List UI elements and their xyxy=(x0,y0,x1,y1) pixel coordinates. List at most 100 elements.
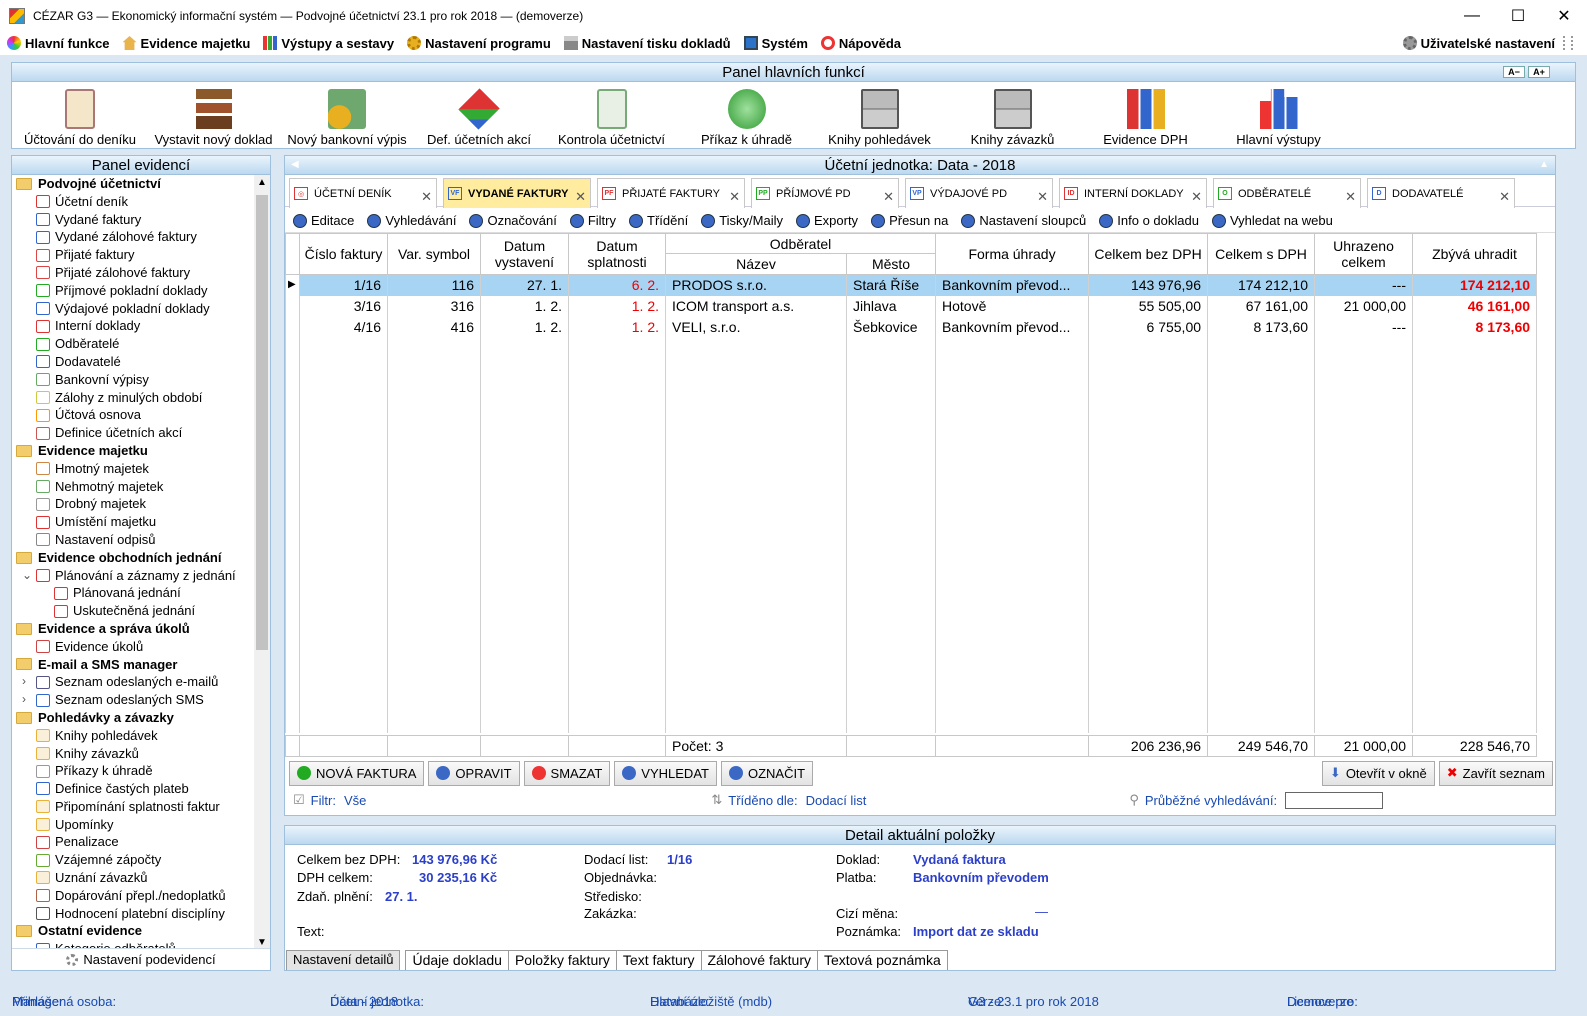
tree-group[interactable]: Evidence majetku xyxy=(12,442,255,460)
close-tab-icon[interactable]: ✕ xyxy=(421,189,432,205)
tab-5[interactable]: ID INTERNÍ DOKLADY ✕ xyxy=(1059,178,1207,208)
tree-item[interactable]: Účetní deník xyxy=(12,193,255,211)
tree-item[interactable]: Upomínky xyxy=(12,816,255,834)
tree-item[interactable]: Připomínání splatnosti faktur xyxy=(12,798,255,816)
tree-group[interactable]: Ostatní evidence xyxy=(12,922,255,940)
tree-item[interactable]: Uznání závazků xyxy=(12,869,255,887)
search-input[interactable] xyxy=(1285,791,1384,809)
tree-scrollbar[interactable]: ▲ ▼ xyxy=(254,175,270,950)
detail-tab-udaje-dokladu[interactable]: Údaje dokladu xyxy=(405,950,509,970)
toolbar-item-2[interactable]: Označování xyxy=(469,213,557,228)
close-tab-icon[interactable]: ✕ xyxy=(575,189,586,205)
menu-napoveda[interactable]: Nápověda xyxy=(820,36,901,51)
menu-nastaveni-tisku[interactable]: Nastavení tisku dokladů xyxy=(563,36,731,51)
tree-group[interactable]: E-mail a SMS manager xyxy=(12,656,255,674)
detail-tab-textova-poznamka[interactable]: Textová poznámka xyxy=(817,950,948,970)
close-tab-icon[interactable]: ✕ xyxy=(1191,189,1202,205)
tree-item[interactable]: Dopárování přepl./nedoplatků xyxy=(12,887,255,905)
col-celkem-bez-dph[interactable]: Celkem bez DPH xyxy=(1088,233,1209,275)
font-increase-button[interactable]: A+ xyxy=(1528,66,1550,78)
tree-item[interactable]: Definice účetních akcí xyxy=(12,424,255,442)
col-datum-splatnosti[interactable]: Datum splatnosti xyxy=(568,233,666,275)
close-button[interactable]: ✕ xyxy=(1541,0,1587,31)
otevrit-v-okne-button[interactable]: ⬇ Otevřít v okně xyxy=(1321,760,1435,786)
tree-item[interactable]: Přijaté zálohové faktury xyxy=(12,264,255,282)
toolbar-item-1[interactable]: Vyhledávání xyxy=(367,213,456,228)
col-forma-uhrady[interactable]: Forma úhrady xyxy=(935,233,1090,275)
func-prikaz-k-uhrade[interactable]: Příkaz k úhradě xyxy=(680,83,813,149)
tree-item[interactable]: Nehmotný majetek xyxy=(12,478,255,496)
tree-item[interactable]: Nastavení odpisů xyxy=(12,531,255,549)
close-tab-icon[interactable]: ✕ xyxy=(1037,189,1048,205)
menu-system[interactable]: Systém xyxy=(743,36,808,51)
smazat-button[interactable]: SMAZAT xyxy=(523,760,611,786)
tree-item[interactable]: Definice častých plateb xyxy=(12,780,255,798)
tree-item[interactable]: Knihy závazků xyxy=(12,745,255,763)
tree-item[interactable]: Drobný majetek xyxy=(12,495,255,513)
filter-value[interactable]: Vše xyxy=(344,793,366,808)
toolbar-item-6[interactable]: Exporty xyxy=(795,213,858,228)
col-nazev[interactable]: Název xyxy=(665,253,847,275)
scrollbar-thumb[interactable] xyxy=(256,195,268,650)
tree-item[interactable]: Umístění majetku xyxy=(12,513,255,531)
menu-evidence-majetku[interactable]: Evidence majetku xyxy=(122,36,250,51)
maximize-button[interactable]: ☐ xyxy=(1495,0,1541,31)
toolbar-item-9[interactable]: Info o dokladu xyxy=(1099,213,1199,228)
oznacit-button[interactable]: OZNAČIT xyxy=(720,760,814,786)
toolbar-item-3[interactable]: Filtry xyxy=(569,213,616,228)
tree-item[interactable]: Plánovaná jednání xyxy=(12,584,255,602)
expand-icon[interactable]: ⌄ xyxy=(22,567,36,585)
font-decrease-button[interactable]: A− xyxy=(1503,66,1525,78)
tree-item[interactable]: Zálohy z minulých období xyxy=(12,389,255,407)
toolbar-item-7[interactable]: Přesun na xyxy=(871,213,948,228)
tree-item[interactable]: Příjmové pokladní doklady xyxy=(12,282,255,300)
table-row[interactable]: 4/16 416 1. 2. 1. 2. VELI, s.r.o. Šebkovice Ba… xyxy=(285,316,1538,338)
zavrit-seznam-button[interactable]: ✖ Zavřít seznam xyxy=(1438,760,1553,786)
toolbar-item-0[interactable]: Editace xyxy=(293,213,354,228)
table-row[interactable]: ▶ 1/16 116 27. 1. 6. 2. PRODOS s.r.o. Stará Ří… xyxy=(285,274,1538,296)
table-row[interactable]: 3/16 316 1. 2. 1. 2. ICOM transport a.s. Jihl… xyxy=(285,295,1538,317)
col-uhrazeno-celkem[interactable]: Uhrazeno celkem xyxy=(1314,233,1414,275)
close-tab-icon[interactable]: ✕ xyxy=(883,189,894,205)
panel-collapse-up-icon[interactable]: ▲ xyxy=(1539,159,1549,170)
tree-group[interactable]: Podvojné účetnictví xyxy=(12,175,255,193)
col-cislo-faktury[interactable]: Číslo faktury xyxy=(299,233,388,275)
tab-7[interactable]: D DODAVATELÉ ✕ xyxy=(1367,178,1515,208)
tree-item[interactable]: Vydané zálohové faktury xyxy=(12,228,255,246)
tree-group[interactable]: Evidence a správa úkolů xyxy=(12,620,255,638)
expand-icon[interactable]: › xyxy=(22,673,36,691)
tree-item[interactable]: Knihy pohledávek xyxy=(12,727,255,745)
toolbar-item-5[interactable]: Tisky/Maily xyxy=(701,213,783,228)
minimize-button[interactable]: — xyxy=(1449,0,1495,31)
func-vystavit-doklad[interactable]: Vystavit nový doklad xyxy=(148,83,279,149)
menu-nastaveni-programu[interactable]: Nastavení programu xyxy=(407,36,551,51)
close-tab-icon[interactable]: ✕ xyxy=(1345,189,1356,205)
tab-0[interactable]: ◎ ÚČETNÍ DENÍK ✕ xyxy=(289,178,437,208)
func-knihy-zavazku[interactable]: Knihy závazků xyxy=(946,83,1079,149)
func-novy-bankovni-vypis[interactable]: Nový bankovní výpis xyxy=(279,83,415,149)
col-var-symbol[interactable]: Var. symbol xyxy=(387,233,481,275)
toolbar-item-8[interactable]: Nastavení sloupců xyxy=(961,213,1086,228)
col-datum-vystaveni[interactable]: Datum vystavení xyxy=(480,233,569,275)
col-zbyva-uhradit[interactable]: Zbývá uhradit xyxy=(1412,233,1538,275)
func-evidence-dph[interactable]: Evidence DPH xyxy=(1079,83,1212,149)
scroll-up-icon[interactable]: ▲ xyxy=(257,177,267,188)
toolbar-item-10[interactable]: Vyhledat na webu xyxy=(1211,213,1333,228)
tree-group[interactable]: Evidence obchodních jednání xyxy=(12,549,255,567)
tree-item[interactable]: Účtová osnova xyxy=(12,406,255,424)
tree-item[interactable]: Evidence úkolů xyxy=(12,638,255,656)
tree-item[interactable]: Příkazy k úhradě xyxy=(12,762,255,780)
detail-tab-text-faktury[interactable]: Text faktury xyxy=(615,950,702,970)
toolbar-item-4[interactable]: Třídění xyxy=(629,213,688,228)
tree-item[interactable]: › Seznam odeslaných e-mailů xyxy=(12,673,255,691)
tree-item[interactable]: Vydané faktury xyxy=(12,211,255,229)
vyhledat-button[interactable]: VYHLEDAT xyxy=(614,760,717,786)
func-kontrola-ucetnictvi[interactable]: Kontrola účetnictví xyxy=(543,83,680,149)
menu-uzivatelske-nastaveni[interactable]: Uživatelské nastavení xyxy=(1402,36,1555,51)
tree-item[interactable]: Penalizace xyxy=(12,833,255,851)
tree-item[interactable]: Hmotný majetek xyxy=(12,460,255,478)
tree-item[interactable]: Uskutečněná jednání xyxy=(12,602,255,620)
detail-tab-zalohove-faktury[interactable]: Zálohové faktury xyxy=(700,950,818,970)
scroll-down-icon[interactable]: ▼ xyxy=(257,937,267,948)
col-celkem-s-dph[interactable]: Celkem s DPH xyxy=(1207,233,1316,275)
